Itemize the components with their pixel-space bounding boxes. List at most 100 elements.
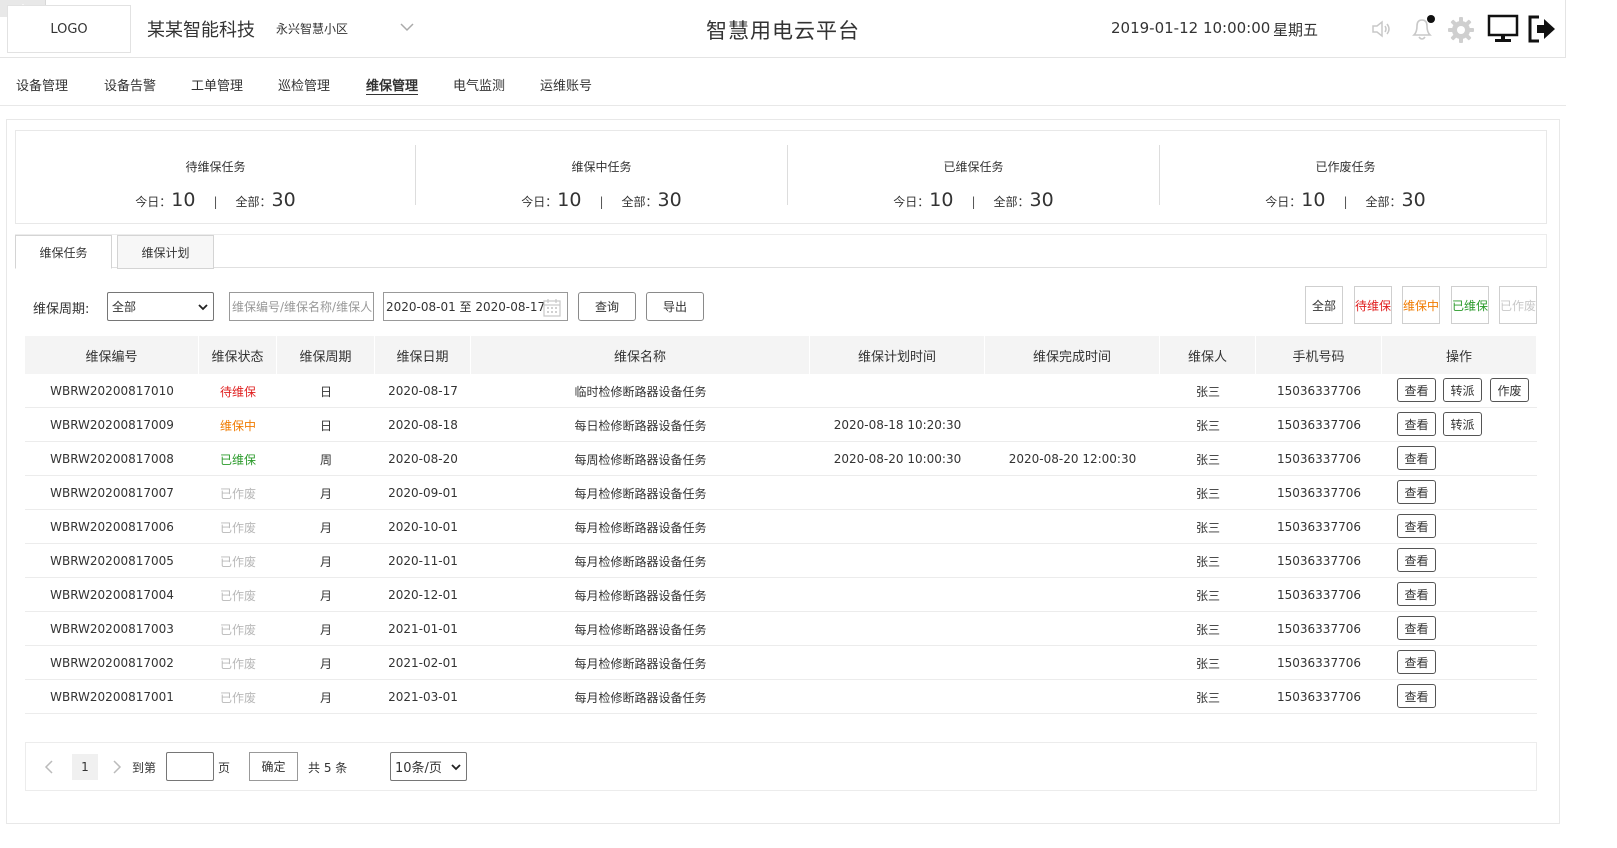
cell-id: WBRW20200817007 [50, 486, 174, 500]
cell-date: 2020-11-01 [388, 554, 458, 568]
cell-status: 已作废 [219, 486, 256, 501]
nav-electric-monitoring[interactable]: 电气监测 [453, 75, 505, 94]
table-row: WBRW20200817007 已作废 月 2020-09-01 每月检修断路器设备任务… [25, 476, 1537, 510]
cell-date: 2020-08-20 [388, 452, 458, 466]
cell-name: 每月检修断路器设备任务 [574, 622, 707, 637]
total-label: 全部： [993, 195, 1030, 209]
cell-done-time [985, 374, 1160, 408]
cell-date: 2020-08-17 [388, 384, 458, 398]
table-row: WBRW20200817001 已作废 月 2021-03-01 每月检修断路器设备任务… [25, 680, 1537, 714]
company-name: 某某智能科技 [147, 20, 255, 41]
column-header: 维保名称 [471, 336, 810, 374]
bell-icon[interactable] [1409, 14, 1437, 44]
cell-plan-time [810, 578, 985, 612]
status-filter-all[interactable]: 全部 [1305, 286, 1343, 324]
view-button[interactable]: 查看 [1397, 378, 1436, 402]
date-range-input[interactable]: 2020-08-01 至 2020-08-17 [383, 292, 568, 321]
period-select-value: 全部 [112, 300, 137, 314]
cell-plan-time [810, 374, 985, 408]
view-button[interactable]: 查看 [1397, 514, 1436, 538]
cell-name: 每月检修断路器设备任务 [574, 588, 707, 603]
column-header: 维保日期 [375, 336, 471, 374]
cell-done-time [985, 646, 1160, 680]
cell-phone: 15036337706 [1277, 384, 1361, 398]
cell-date: 2020-08-18 [388, 418, 458, 432]
status-filter-pending[interactable]: 待维保 [1354, 286, 1392, 324]
page-size-value: 10条/页 [395, 761, 442, 776]
chevron-down-icon[interactable] [399, 20, 415, 34]
cell-id: WBRW20200817008 [50, 452, 174, 466]
view-button[interactable]: 查看 [1397, 684, 1436, 708]
total-count-label: 共 5 条 [308, 761, 348, 775]
today-count: 10 [171, 189, 196, 211]
nav-device-alarm[interactable]: 设备告警 [104, 75, 156, 94]
top-header: LOGO 某某智能科技 永兴智慧小区 智慧用电云平台 2019-01-12 10… [0, 0, 1566, 58]
cell-id: WBRW20200817009 [50, 418, 174, 432]
nav-ops-account[interactable]: 运维账号 [540, 75, 592, 94]
column-header: 维保计划时间 [810, 336, 985, 374]
nav-work-order[interactable]: 工单管理 [191, 75, 243, 94]
cell-person: 张三 [1195, 418, 1220, 433]
view-button[interactable]: 查看 [1397, 446, 1436, 470]
speaker-icon[interactable] [1370, 18, 1394, 40]
cell-name: 临时检修断路器设备任务 [574, 384, 707, 399]
main-panel: 待维保任务 今日：10 | 全部：30 维保中任务 今日：10 | 全部：30 已维保任… [6, 119, 1560, 824]
period-select[interactable]: 全部 [107, 292, 214, 321]
total-count: 30 [1029, 189, 1054, 211]
cell-done-time [985, 476, 1160, 510]
void-button[interactable]: 作废 [1490, 378, 1529, 402]
cell-person: 张三 [1195, 554, 1220, 569]
status-filter-done[interactable]: 已维保 [1451, 286, 1489, 324]
goto-page-input[interactable] [166, 752, 214, 781]
search-input[interactable]: 维保编号/维保名称/维保人 [229, 292, 374, 321]
page-number[interactable]: 1 [72, 754, 98, 780]
view-button[interactable]: 查看 [1397, 480, 1436, 504]
transfer-button[interactable]: 转派 [1443, 412, 1482, 436]
goto-confirm-button[interactable]: 确定 [249, 752, 298, 781]
cell-date: 2021-02-01 [388, 656, 458, 670]
tab-maintenance-plans[interactable]: 维保计划 [117, 235, 214, 269]
separator: | [971, 195, 976, 209]
goto-label: 到第 [132, 761, 157, 775]
total-label: 全部： [621, 195, 658, 209]
gear-icon[interactable] [1447, 16, 1475, 44]
logout-icon[interactable] [1526, 13, 1558, 45]
cell-phone: 15036337706 [1277, 690, 1361, 704]
cell-period: 月 [319, 520, 332, 535]
cell-phone: 15036337706 [1277, 656, 1361, 670]
chevron-left-icon[interactable] [44, 760, 54, 774]
cell-id: WBRW20200817002 [50, 656, 174, 670]
cell-done-time [985, 510, 1160, 544]
cell-status: 已作废 [219, 588, 256, 603]
tab-maintenance-tasks[interactable]: 维保任务 [15, 235, 112, 269]
cell-done-time [985, 408, 1160, 442]
status-filter-in-progress[interactable]: 维保中 [1402, 286, 1440, 324]
chevron-right-icon[interactable] [112, 760, 122, 774]
cell-done-time [985, 578, 1160, 612]
cell-status: 待维保 [219, 384, 256, 399]
stats-panel: 待维保任务 今日：10 | 全部：30 维保中任务 今日：10 | 全部：30 已维保任… [15, 130, 1547, 224]
transfer-button[interactable]: 转派 [1443, 378, 1482, 402]
monitor-icon[interactable] [1487, 14, 1519, 44]
export-button[interactable]: 导出 [646, 292, 704, 321]
status-filter-void[interactable]: 已作废 [1499, 286, 1537, 324]
nav-maintenance[interactable]: 维保管理 [366, 75, 418, 94]
calendar-icon[interactable] [542, 298, 562, 318]
view-button[interactable]: 查看 [1397, 412, 1436, 436]
separator: | [599, 195, 604, 209]
nav-inspection[interactable]: 巡检管理 [278, 75, 330, 94]
current-datetime: 2019-01-12 10:00:00 [1111, 19, 1271, 37]
view-button[interactable]: 查看 [1397, 548, 1436, 572]
community-selector-label[interactable]: 永兴智慧小区 [276, 20, 348, 37]
view-button[interactable]: 查看 [1397, 582, 1436, 606]
tab-bar: 维保任务 维保计划 [15, 234, 1547, 269]
cell-done-time [985, 612, 1160, 646]
cell-date: 2021-03-01 [388, 690, 458, 704]
view-button[interactable]: 查看 [1397, 616, 1436, 640]
cell-person: 张三 [1195, 690, 1220, 705]
page-size-select[interactable]: 10条/页 [390, 752, 467, 781]
query-button[interactable]: 查询 [578, 292, 636, 321]
nav-device-management[interactable]: 设备管理 [16, 75, 68, 94]
stat-card-done: 已维保任务 今日：10 | 全部：30 [788, 131, 1159, 225]
view-button[interactable]: 查看 [1397, 650, 1436, 674]
